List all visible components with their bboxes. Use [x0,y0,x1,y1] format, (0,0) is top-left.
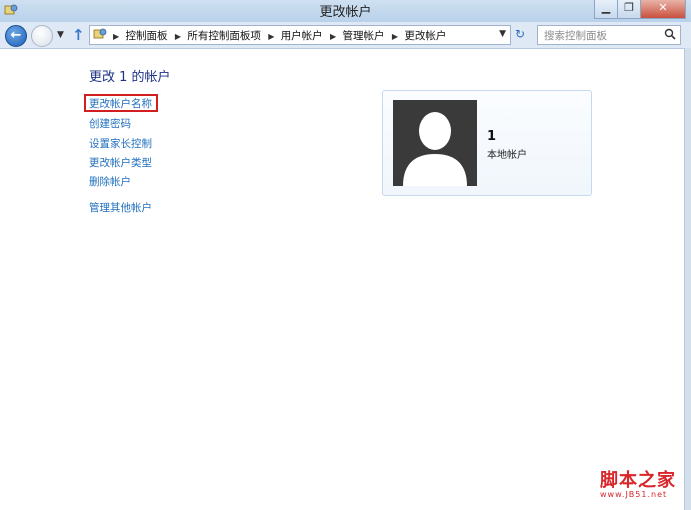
change-account-type-link[interactable]: 更改帐户类型 [89,155,152,170]
breadcrumb-item[interactable]: 控制面板 [126,30,168,42]
refresh-icon: ↻ [514,27,526,41]
up-button[interactable]: ↑ [72,26,85,44]
delete-account-link[interactable]: 删除帐户 [89,174,131,189]
breadcrumb[interactable]: ▶ 控制面板 ▶ 所有控制面板项 ▶ 用户帐户 ▶ 管理帐户 ▶ 更改帐户 ▼ [89,25,511,45]
address-bar: ← ▼ ↑ ▶ 控制面板 ▶ 所有控制面板项 ▶ 用户帐户 ▶ 管理帐户 ▶ 更… [0,22,691,49]
watermark-text: 脚本之家 [600,470,676,491]
chevron-right-icon[interactable]: ▶ [268,32,274,41]
chevron-right-icon[interactable]: ▶ [330,32,336,41]
search-box[interactable]: 搜索控制面板 [537,25,681,45]
breadcrumb-item[interactable]: 管理帐户 [343,30,385,42]
account-card: 1 本地帐户 [382,90,592,196]
parental-controls-link[interactable]: 设置家长控制 [89,136,152,151]
forward-button[interactable] [31,25,53,47]
search-input[interactable]: 搜索控制面板 [544,28,607,43]
window-edge [684,48,691,510]
up-arrow-icon: ↑ [72,26,85,44]
breadcrumb-item[interactable]: 用户帐户 [281,30,323,42]
breadcrumb-item[interactable]: 更改帐户 [404,30,446,42]
breadcrumb-item[interactable]: 所有控制面板项 [187,30,261,42]
minimize-icon: ▁ [601,1,611,14]
account-name: 1 [487,129,497,144]
window-title: 更改帐户 [319,5,372,20]
account-type: 本地帐户 [487,150,527,161]
recent-pages-dropdown[interactable]: ▼ [57,30,64,40]
back-arrow-icon: ← [10,28,22,43]
back-button[interactable]: ← [5,25,27,47]
manage-other-accounts-link[interactable]: 管理其他帐户 [89,200,152,215]
chevron-right-icon[interactable]: ▶ [175,32,181,41]
refresh-button[interactable]: ↻ [511,27,529,43]
create-password-link[interactable]: 创建密码 [89,116,131,131]
watermark: 脚本之家 www.JB51.net [600,466,682,499]
address-dropdown[interactable]: ▼ [499,29,506,39]
avatar [393,100,477,186]
title-bar: 更改帐户 ▁ ❐ ✕ [0,0,691,22]
user-silhouette-icon [403,112,467,186]
page-title: 更改 1 的帐户 [89,70,171,85]
chevron-right-icon[interactable]: ▶ [392,32,398,41]
close-button[interactable]: ✕ [640,0,686,19]
close-icon: ✕ [658,1,668,14]
maximize-button[interactable]: ❐ [617,0,641,19]
search-icon[interactable] [664,28,676,40]
breadcrumb-list: ▶ 控制面板 ▶ 所有控制面板项 ▶ 用户帐户 ▶ 管理帐户 ▶ 更改帐户 [112,28,449,43]
chevron-down-icon: ▼ [499,29,506,39]
chevron-down-icon: ▼ [57,30,64,40]
change-account-name-link[interactable]: 更改帐户名称 [89,96,152,111]
chevron-right-icon: ▶ [113,32,120,41]
minimize-button[interactable]: ▁ [594,0,618,19]
control-panel-icon [93,28,107,39]
maximize-icon: ❐ [624,1,634,14]
